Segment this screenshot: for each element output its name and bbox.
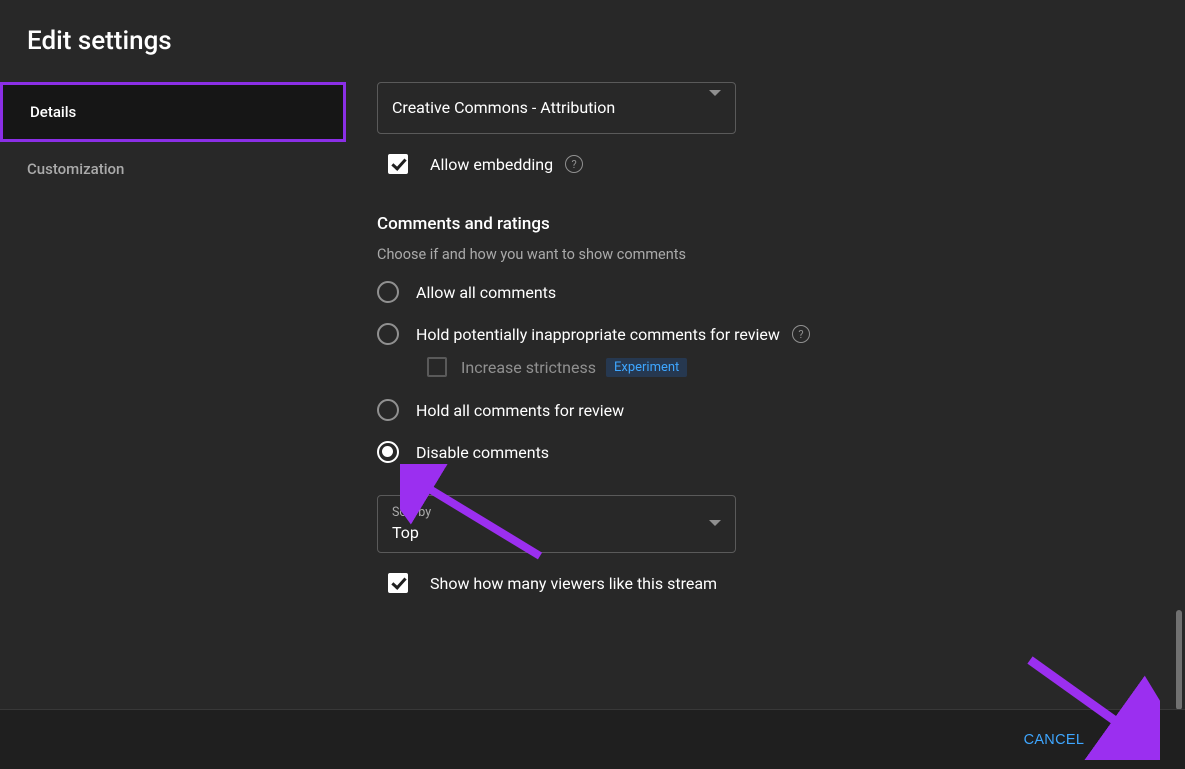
sidebar: Details Customization bbox=[0, 82, 346, 711]
scrollbar-thumb[interactable] bbox=[1176, 610, 1182, 710]
license-dropdown[interactable]: Creative Commons - Attribution bbox=[377, 82, 736, 134]
help-icon[interactable]: ? bbox=[792, 325, 810, 343]
content-wrap: Details Customization Creative Commons -… bbox=[0, 82, 1185, 711]
radio-hold-all[interactable]: Hold all comments for review bbox=[377, 399, 1145, 421]
page-title: Edit settings bbox=[27, 26, 1158, 56]
allow-embedding-label: Allow embedding bbox=[430, 155, 553, 174]
radio-hold-inappropriate[interactable]: Hold potentially inappropriate comments … bbox=[377, 323, 1145, 345]
save-button[interactable]: SAVE bbox=[1098, 724, 1165, 756]
increase-strictness-checkbox[interactable] bbox=[427, 357, 447, 377]
sidebar-item-details[interactable]: Details bbox=[0, 82, 346, 142]
radio-button[interactable] bbox=[377, 323, 399, 345]
sort-by-value: Top bbox=[392, 523, 721, 542]
radio-label: Hold all comments for review bbox=[416, 401, 624, 420]
comments-radio-group: Allow all comments Hold potentially inap… bbox=[377, 281, 1145, 463]
dialog-header: Edit settings bbox=[0, 0, 1185, 82]
radio-disable[interactable]: Disable comments bbox=[377, 441, 1145, 463]
show-likes-label: Show how many viewers like this stream bbox=[430, 574, 717, 593]
radio-label: Disable comments bbox=[416, 443, 549, 462]
dialog-footer: CANCEL SAVE bbox=[0, 709, 1185, 769]
comments-section-title: Comments and ratings bbox=[377, 214, 1145, 234]
sidebar-item-customization[interactable]: Customization bbox=[0, 142, 346, 196]
radio-label: Hold potentially inappropriate comments … bbox=[416, 325, 780, 344]
allow-embedding-checkbox[interactable] bbox=[388, 154, 408, 174]
radio-button[interactable] bbox=[377, 441, 399, 463]
allow-embedding-row[interactable]: Allow embedding ? bbox=[377, 154, 1145, 174]
comments-section-subtitle: Choose if and how you want to show comme… bbox=[377, 246, 1145, 263]
radio-button[interactable] bbox=[377, 281, 399, 303]
sidebar-item-label: Details bbox=[30, 103, 76, 121]
increase-strictness-row: Increase strictness Experiment bbox=[377, 357, 1145, 377]
show-likes-row[interactable]: Show how many viewers like this stream bbox=[377, 573, 1145, 593]
sort-by-dropdown[interactable]: Sort by Top bbox=[377, 495, 736, 553]
license-value: Creative Commons - Attribution bbox=[392, 92, 721, 123]
main-panel: Creative Commons - Attribution Allow emb… bbox=[346, 82, 1185, 711]
chevron-down-icon bbox=[709, 520, 721, 526]
chevron-down-icon bbox=[709, 90, 721, 96]
sidebar-item-label: Customization bbox=[27, 160, 124, 178]
radio-label: Allow all comments bbox=[416, 283, 556, 302]
cancel-button[interactable]: CANCEL bbox=[1010, 724, 1099, 756]
sort-by-floating-label: Sort by bbox=[392, 505, 721, 520]
experiment-badge: Experiment bbox=[606, 358, 687, 377]
radio-allow-all[interactable]: Allow all comments bbox=[377, 281, 1145, 303]
show-likes-checkbox[interactable] bbox=[388, 573, 408, 593]
radio-button[interactable] bbox=[377, 399, 399, 421]
increase-strictness-label: Increase strictness bbox=[461, 358, 596, 377]
help-icon[interactable]: ? bbox=[565, 155, 583, 173]
